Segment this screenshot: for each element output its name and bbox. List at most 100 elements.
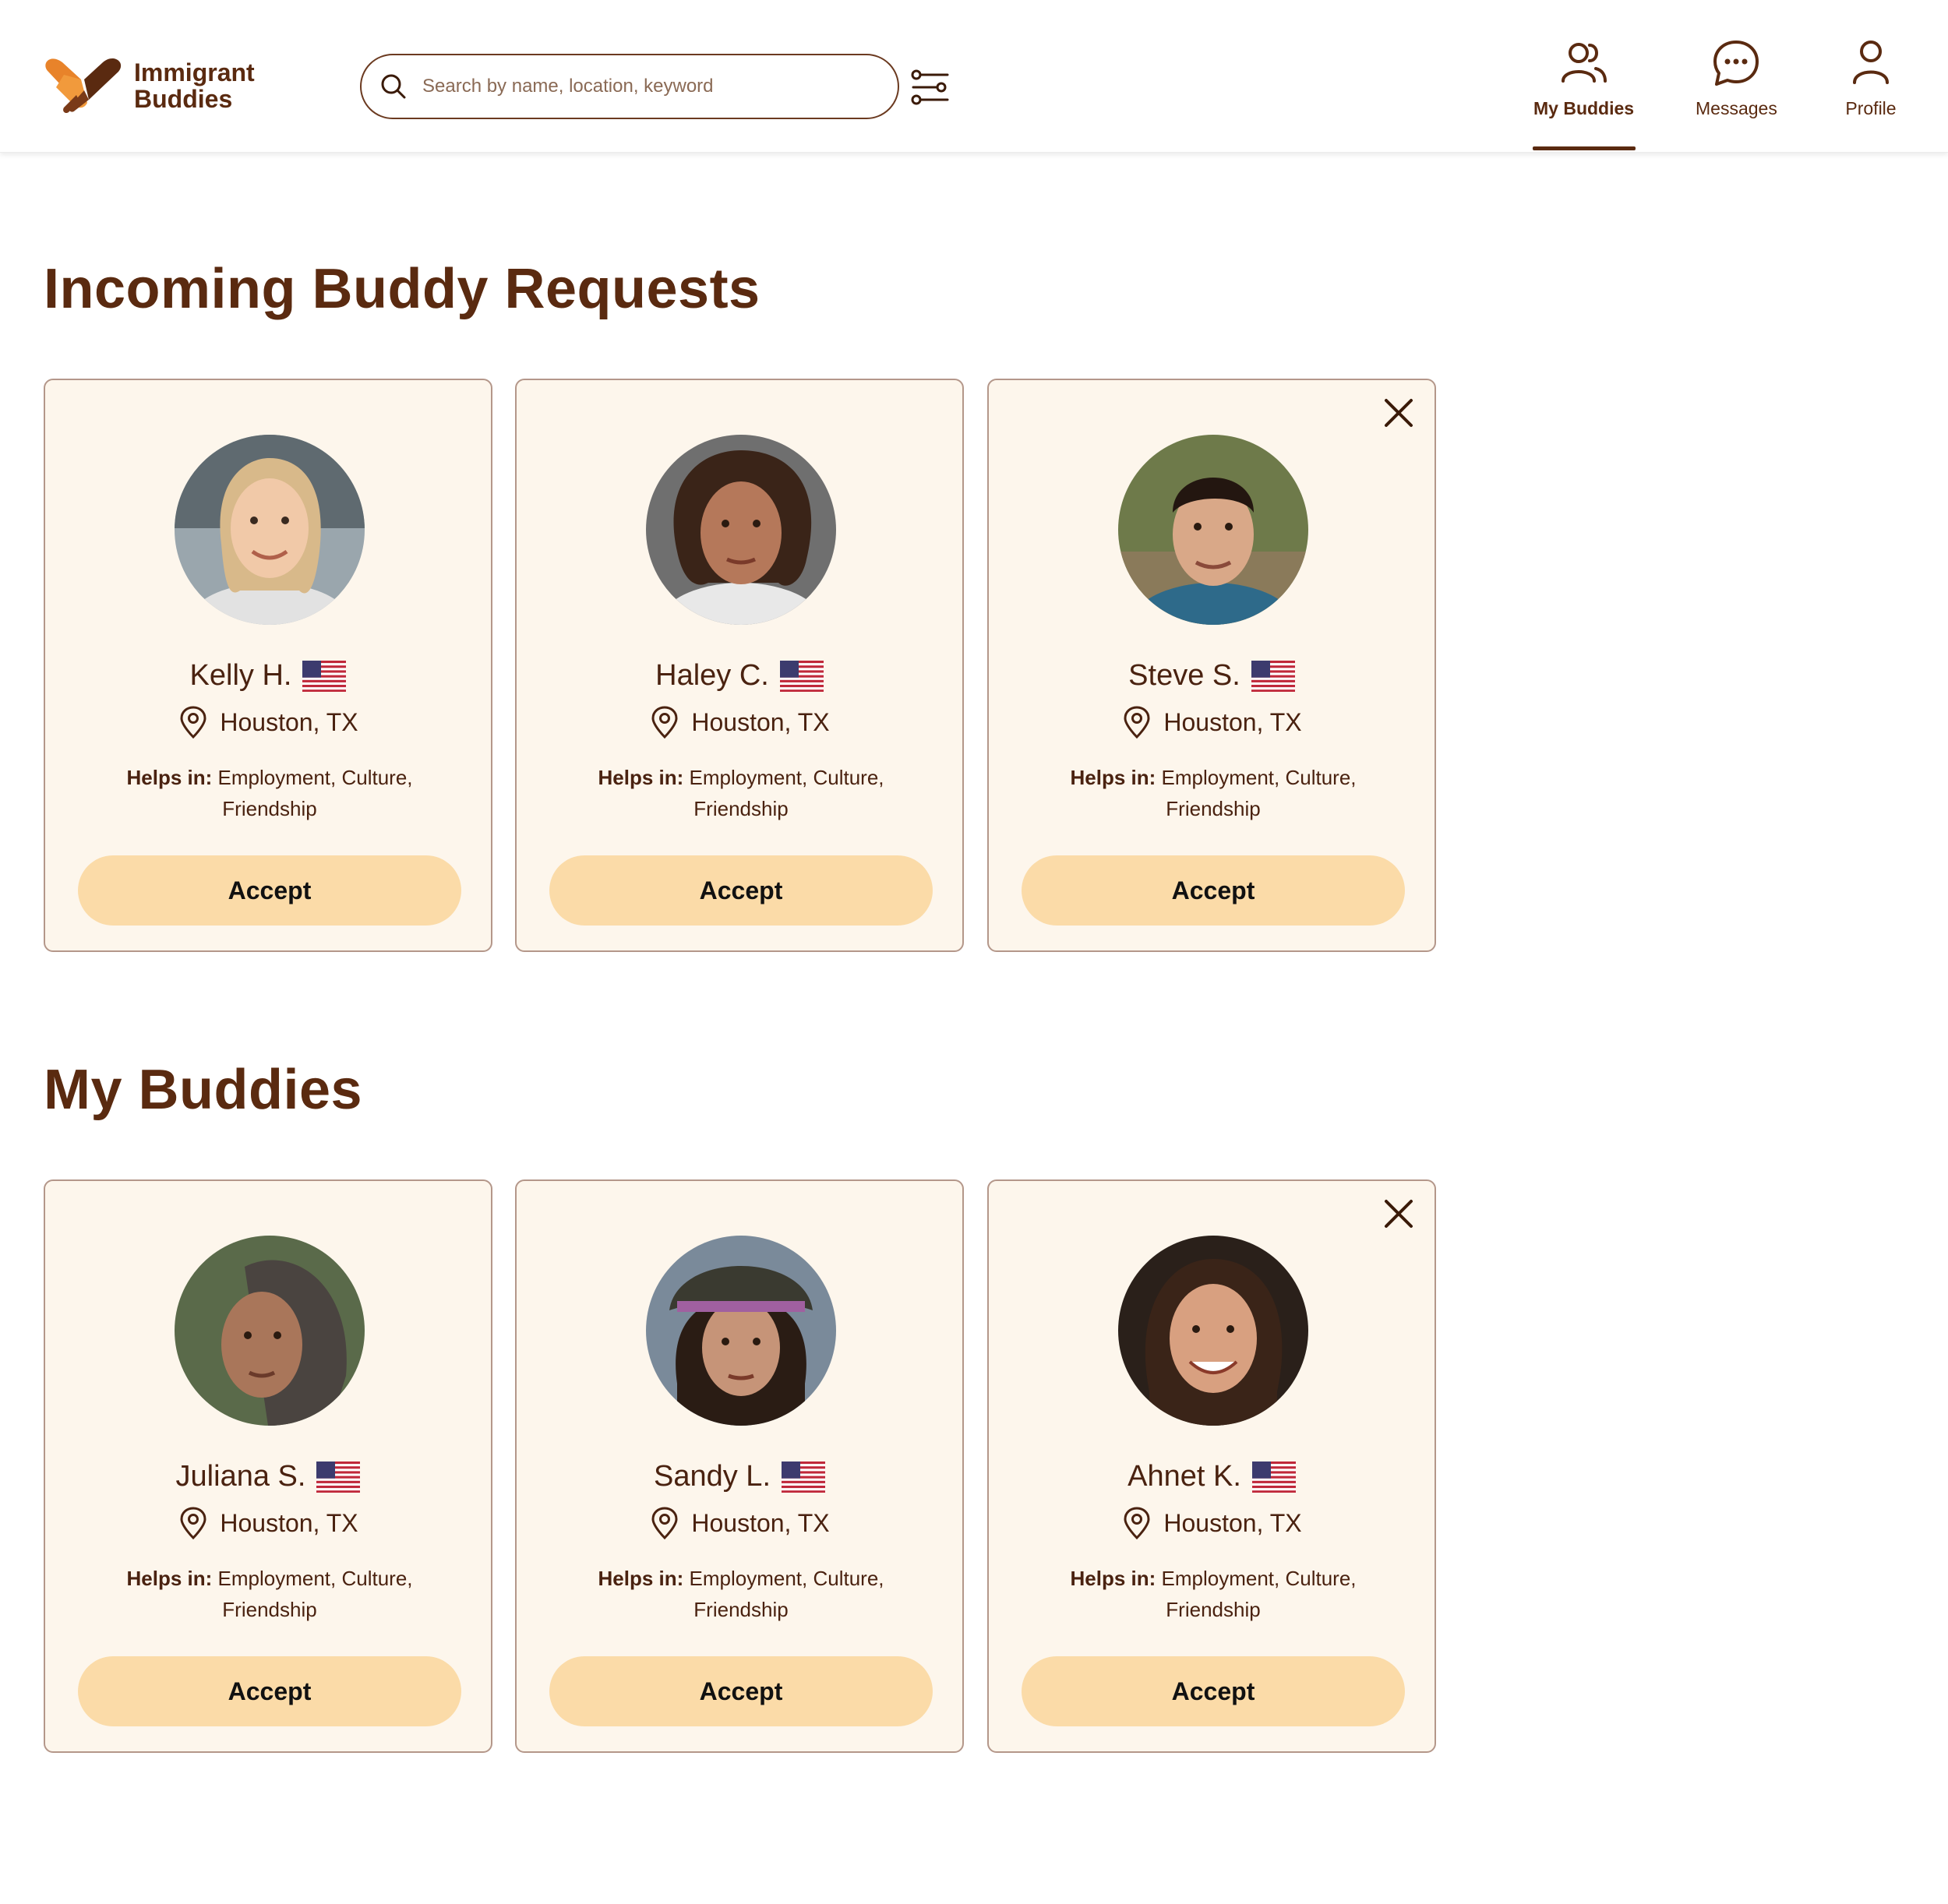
top-navbar: Immigrant Buddies Search by name, locati… xyxy=(0,0,1948,153)
avatar xyxy=(175,435,365,625)
nav-profile[interactable]: Profile xyxy=(1845,37,1897,119)
us-flag-icon xyxy=(782,1461,825,1493)
buddy-name: Steve S. xyxy=(1128,659,1240,692)
buddy-location: Houston, TX xyxy=(220,707,358,736)
close-icon xyxy=(1385,399,1413,427)
accept-button[interactable]: Accept xyxy=(549,855,933,926)
helps-in-topics-line2: Friendship xyxy=(1166,797,1261,820)
buddy-location: Houston, TX xyxy=(1163,707,1302,736)
buddy-name: Juliana S. xyxy=(175,1460,306,1493)
app-name-line1: Immigrant xyxy=(134,58,255,86)
location-row: Houston, TX xyxy=(517,706,962,739)
app-name: Immigrant Buddies xyxy=(134,59,255,112)
accept-button[interactable]: Accept xyxy=(1022,855,1405,926)
buddy-location: Houston, TX xyxy=(691,707,830,736)
helps-in-label: Helps in: xyxy=(598,766,684,789)
remove-buddy-button[interactable] xyxy=(1380,1195,1417,1232)
helps-in-text: Helps in: Employment, Culture, Friendshi… xyxy=(571,762,911,824)
us-flag-icon xyxy=(316,1461,361,1493)
map-pin-icon xyxy=(1121,1507,1152,1539)
helps-in-label: Helps in: xyxy=(598,1567,684,1590)
helps-in-topics-line1: Employment, Culture, xyxy=(689,766,884,789)
helps-in-topics-line1: Employment, Culture, xyxy=(1161,1567,1357,1590)
map-pin-icon xyxy=(649,706,680,739)
buddy-name: Haley C. xyxy=(655,659,769,692)
us-flag-icon xyxy=(1251,1461,1296,1493)
location-row: Houston, TX xyxy=(45,1507,491,1539)
buddy-name: Sandy L. xyxy=(654,1460,771,1493)
helps-in-label: Helps in: xyxy=(1070,1567,1156,1590)
buddy-name: Kelly H. xyxy=(189,659,292,692)
helps-in-label: Helps in: xyxy=(126,766,213,789)
buddy-location: Houston, TX xyxy=(1163,1508,1302,1537)
helps-in-text: Helps in: Employment, Culture, Friendshi… xyxy=(1043,762,1383,824)
name-row: Ahnet K. xyxy=(989,1460,1435,1493)
buddy-request-card: Haley C. Houston, TX Helps in: Employmen… xyxy=(515,379,964,952)
helps-in-text: Helps in: Employment, Culture, Friendshi… xyxy=(100,1563,439,1625)
us-flag-icon xyxy=(779,660,824,692)
helps-in-topics-line1: Employment, Culture, xyxy=(217,766,413,789)
active-tab-indicator xyxy=(1533,146,1636,150)
helps-in-topics-line1: Employment, Culture, xyxy=(217,1567,413,1590)
helps-in-topics-line2: Friendship xyxy=(1166,1598,1261,1621)
buddy-location: Houston, TX xyxy=(220,1508,358,1537)
avatar xyxy=(1118,435,1308,625)
helps-in-topics-line2: Friendship xyxy=(693,797,789,820)
location-row: Houston, TX xyxy=(989,706,1435,739)
name-row: Steve S. xyxy=(989,659,1435,693)
accept-button[interactable]: Accept xyxy=(549,1656,933,1726)
buddy-location: Houston, TX xyxy=(691,1508,830,1537)
map-pin-icon xyxy=(649,1507,680,1539)
name-row: Juliana S. xyxy=(45,1460,491,1493)
helps-in-label: Helps in: xyxy=(1070,766,1156,789)
location-row: Houston, TX xyxy=(517,1507,962,1539)
nav-profile-label: Profile xyxy=(1845,98,1897,118)
nav-my-buddies-label: My Buddies xyxy=(1533,98,1635,118)
app-name-line2: Buddies xyxy=(134,85,233,113)
user-icon xyxy=(1845,37,1897,89)
us-flag-icon xyxy=(1251,660,1295,692)
helps-in-topics-line1: Employment, Culture, xyxy=(1161,766,1357,789)
helps-in-text: Helps in: Employment, Culture, Friendshi… xyxy=(571,1563,911,1625)
dismiss-button[interactable] xyxy=(1380,394,1417,432)
helps-in-text: Helps in: Employment, Culture, Friendshi… xyxy=(100,762,439,824)
search-input[interactable] xyxy=(422,76,859,97)
name-row: Haley C. xyxy=(517,659,962,693)
incoming-requests-title: Incoming Buddy Requests xyxy=(44,258,760,320)
buddy-card: Ahnet K. Houston, TX Helps in: Employmen… xyxy=(987,1179,1436,1753)
filter-sliders-icon xyxy=(911,69,949,105)
accept-button[interactable]: Accept xyxy=(78,1656,461,1726)
helps-in-label: Helps in: xyxy=(126,1567,213,1590)
helps-in-topics-line1: Employment, Culture, xyxy=(689,1567,884,1590)
helps-in-topics-line2: Friendship xyxy=(222,1598,317,1621)
buddy-request-card: Steve S. Houston, TX Helps in: Employmen… xyxy=(987,379,1436,952)
avatar xyxy=(1118,1236,1308,1426)
buddy-card: Juliana S. Houston, TX Helps in: Employm… xyxy=(44,1179,492,1753)
accept-button[interactable]: Accept xyxy=(78,855,461,926)
nav-my-buddies[interactable]: My Buddies xyxy=(1533,37,1634,119)
app-logo[interactable]: Immigrant Buddies xyxy=(41,56,255,115)
location-row: Houston, TX xyxy=(989,1507,1435,1539)
name-row: Sandy L. xyxy=(517,1460,962,1493)
map-pin-icon xyxy=(178,1507,209,1539)
helps-in-topics-line2: Friendship xyxy=(693,1598,789,1621)
name-row: Kelly H. xyxy=(45,659,491,693)
search-icon xyxy=(379,72,408,101)
avatar xyxy=(175,1236,365,1426)
accept-button[interactable]: Accept xyxy=(1022,1656,1405,1726)
buddy-card: Sandy L. Houston, TX Helps in: Employmen… xyxy=(515,1179,964,1753)
nav-messages-label: Messages xyxy=(1696,98,1777,118)
my-buddies-title: My Buddies xyxy=(44,1059,363,1121)
helps-in-topics-line2: Friendship xyxy=(222,797,317,820)
us-flag-icon xyxy=(302,660,347,692)
helps-in-text: Helps in: Employment, Culture, Friendshi… xyxy=(1043,1563,1383,1625)
heart-hands-logo-icon xyxy=(45,58,122,114)
map-pin-icon xyxy=(1121,706,1152,739)
close-icon xyxy=(1385,1200,1413,1228)
buddy-name: Ahnet K. xyxy=(1128,1460,1241,1493)
filter-button[interactable] xyxy=(910,67,951,108)
users-icon xyxy=(1558,37,1610,89)
nav-messages[interactable]: Messages xyxy=(1696,37,1777,119)
map-pin-icon xyxy=(178,706,209,739)
buddy-request-card: Kelly H. Houston, TX Helps in: Employmen… xyxy=(44,379,492,952)
